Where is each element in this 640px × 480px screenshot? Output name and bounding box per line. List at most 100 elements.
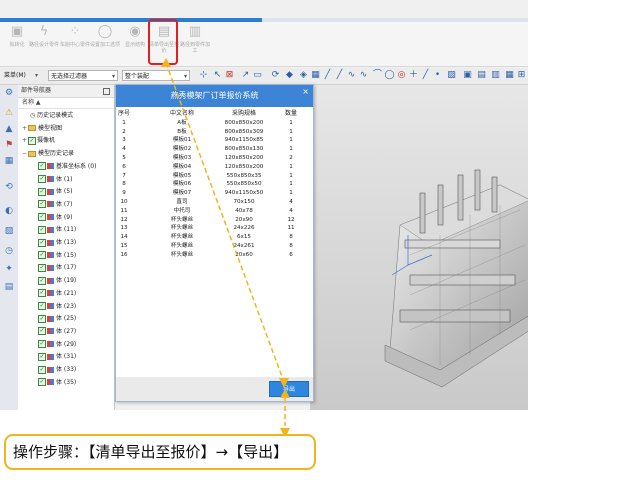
rotate-icon[interactable]: ⟳ <box>270 70 281 81</box>
ribbon-button-label: 显示结构 <box>124 42 145 48</box>
target-icon[interactable]: ◎ <box>396 70 407 81</box>
menu-label: 菜单(M) <box>4 72 26 79</box>
image-icon[interactable]: ▨ <box>446 70 457 81</box>
filter-icon[interactable]: ⊠ <box>224 70 235 81</box>
gear-icon[interactable]: ⚙ <box>3 87 15 99</box>
checkbox-icon[interactable]: ✓ <box>38 276 46 285</box>
system-icon[interactable]: ▧ <box>3 225 15 237</box>
tree-item[interactable]: ✓ 体 (35) <box>38 376 76 389</box>
save-icon: ▥ <box>188 24 202 39</box>
tree-item[interactable]: ✓ 体 (11) <box>38 223 76 236</box>
ribbon-button-options[interactable]: ◯ 设置加工选项 <box>90 24 120 48</box>
checkbox-icon[interactable]: ✓ <box>38 162 46 171</box>
slash-icon[interactable]: ╱ <box>420 70 431 81</box>
filter-select[interactable]: 无选择过滤器 ▾ <box>48 70 118 81</box>
tree-item[interactable]: ✓ 基准坐标系 (0) <box>38 160 96 173</box>
table-icon[interactable]: ▤ <box>476 70 487 81</box>
tree-item[interactable]: ✓ 体 (1) <box>38 173 72 186</box>
ribbon-highlight-box <box>148 19 178 65</box>
checkbox-icon[interactable]: ✓ <box>38 289 46 298</box>
box-select-icon[interactable]: ▭ <box>252 70 263 81</box>
tree-item[interactable]: ◷ 历史记录模式 <box>30 109 73 122</box>
checkbox-icon[interactable]: ✓ <box>38 225 46 234</box>
tree-item[interactable]: ✓ 体 (27) <box>38 325 76 338</box>
checkbox-icon[interactable]: ✓ <box>38 213 46 222</box>
tree-item[interactable]: ✓ 体 (15) <box>38 249 76 262</box>
line-icon[interactable]: ╱ <box>334 70 345 81</box>
tree-item[interactable]: ✓ 体 (9) <box>38 211 72 224</box>
dot-icon[interactable]: • <box>432 70 443 81</box>
snap-icon[interactable]: ⊹ <box>198 70 209 81</box>
history-icon[interactable]: ⟲ <box>3 181 15 193</box>
constraint-icon[interactable]: ⚠ <box>3 107 15 119</box>
menu-button[interactable]: 菜单(M) ▾ <box>2 70 40 81</box>
checkbox-icon[interactable]: ✓ <box>38 187 46 196</box>
tree-item[interactable]: ✓ 体 (31) <box>38 350 76 363</box>
export-button[interactable]: 导出 <box>269 381 309 397</box>
ribbon-button-turning[interactable]: ⁘ 车削中心零件 <box>60 24 90 48</box>
navigator-column-header[interactable]: 名称 ▲ <box>18 98 114 109</box>
plus-icon[interactable]: ＋ <box>408 70 419 81</box>
tree-item[interactable]: ✓ 体 (7) <box>38 198 72 211</box>
cell-index: 10 <box>120 198 128 205</box>
calendar-icon[interactable]: ▦ <box>504 70 515 81</box>
header-index: 序号 <box>117 110 130 117</box>
pointer-icon[interactable]: ↗ <box>240 70 251 81</box>
checkbox-icon[interactable]: ✓ <box>38 352 46 361</box>
tree-item[interactable]: ✓ 体 (17) <box>38 261 76 274</box>
circle-icon[interactable]: ◯ <box>384 70 395 81</box>
frame-icon[interactable]: ▣ <box>462 70 473 81</box>
reuse-icon[interactable]: ▦ <box>3 155 15 167</box>
tree-item[interactable]: ✓ 体 (13) <box>38 236 76 249</box>
graphics-viewport[interactable] <box>310 85 528 410</box>
tree-item[interactable]: ✓ 体 (23) <box>38 300 76 313</box>
document-icon[interactable]: ▤ <box>3 281 15 293</box>
grid-icon[interactable]: ▦ <box>310 70 321 81</box>
clock-icon[interactable]: ◷ <box>3 245 15 257</box>
checkbox-icon[interactable]: ✓ <box>38 365 46 374</box>
checkbox-icon[interactable]: ✓ <box>38 302 46 310</box>
view-cube-icon[interactable]: ◆ <box>284 70 295 81</box>
part-nav-icon[interactable]: ⚑ <box>3 139 15 151</box>
maximize-icon[interactable] <box>103 88 110 95</box>
tree-item[interactable]: + ✓ 摄像机 <box>22 134 55 147</box>
checkbox-icon[interactable]: ✓ <box>38 175 46 183</box>
ribbon-button-path-design[interactable]: ϟ 路径设计零件 <box>29 24 59 48</box>
export-icon[interactable]: ⊞ <box>516 70 527 81</box>
body-feature-icon <box>47 176 54 182</box>
column-name-label: 名称 <box>22 99 35 106</box>
wave-icon[interactable]: ∿ <box>358 70 369 81</box>
checkbox-icon[interactable]: ✓ <box>38 327 46 336</box>
ribbon-button-display[interactable]: ◉ 显示结构 <box>120 24 150 48</box>
tree-item[interactable]: ✓ 体 (19) <box>38 274 76 287</box>
tree-item[interactable]: ✓ 体 (33) <box>38 363 76 376</box>
tree-item[interactable]: ✓ 体 (5) <box>38 185 72 198</box>
cell-index: 4 <box>122 146 126 153</box>
tree-item[interactable]: + 模型视图 <box>22 122 62 135</box>
checkbox-icon[interactable]: ✓ <box>38 238 46 247</box>
checkbox-icon[interactable]: ✓ <box>38 263 46 272</box>
checkbox-icon[interactable]: ✓ <box>38 314 46 323</box>
assembly-icon[interactable]: ▲ <box>3 123 15 135</box>
close-icon[interactable]: × <box>302 85 309 99</box>
checkbox-icon[interactable]: ✓ <box>28 136 36 145</box>
layer-icon[interactable]: ▥ <box>490 70 501 81</box>
wave-icon[interactable]: ∿ <box>346 70 357 81</box>
tree-item[interactable]: − 模型历史记录 <box>22 147 74 160</box>
ribbon-button-convert[interactable]: ▣ 拟转化 <box>2 24 32 48</box>
tree-item[interactable]: ✓ 体 (29) <box>38 338 76 351</box>
assembly-select[interactable]: 整个装配 ▾ <box>122 70 190 81</box>
arc-icon[interactable]: ⌒ <box>372 70 383 81</box>
ribbon-button-path-part[interactable]: ▥ 路径到零件加工 <box>180 24 210 54</box>
web-icon[interactable]: ◐ <box>3 205 15 217</box>
tree-item[interactable]: ✓ 体 (21) <box>38 287 76 300</box>
checkbox-icon[interactable]: ✓ <box>38 378 46 387</box>
checkbox-icon[interactable]: ✓ <box>38 200 46 209</box>
checkbox-icon[interactable]: ✓ <box>38 251 46 260</box>
shaded-icon[interactable]: ◈ <box>298 70 309 81</box>
checkbox-icon[interactable]: ✓ <box>38 340 46 349</box>
role-icon[interactable]: ✦ <box>3 263 15 275</box>
tree-item[interactable]: ✓ 体 (25) <box>38 312 76 325</box>
line-icon[interactable]: ╱ <box>322 70 333 81</box>
select-icon[interactable]: ↖ <box>212 70 223 81</box>
